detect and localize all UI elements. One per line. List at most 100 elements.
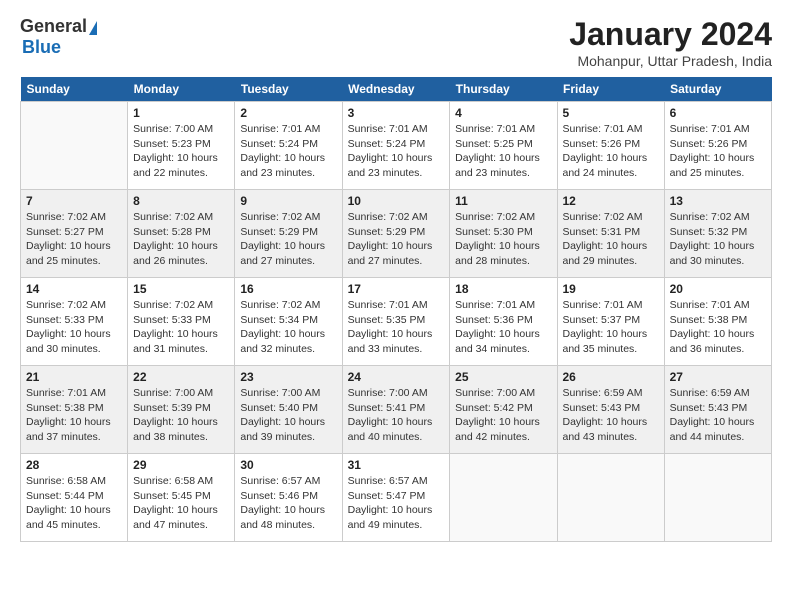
calendar-cell: 26 Sunrise: 6:59 AM Sunset: 5:43 PM Dayli… [557, 366, 664, 454]
day-info: Sunrise: 6:57 AM Sunset: 5:47 PM Dayligh… [348, 474, 445, 533]
day-number: 15 [133, 282, 229, 296]
day-info: Sunrise: 6:57 AM Sunset: 5:46 PM Dayligh… [240, 474, 336, 533]
day-number: 3 [348, 106, 445, 120]
day-info: Sunrise: 7:01 AM Sunset: 5:24 PM Dayligh… [348, 122, 445, 181]
day-info: Sunrise: 7:01 AM Sunset: 5:38 PM Dayligh… [26, 386, 122, 445]
day-info: Sunrise: 7:02 AM Sunset: 5:34 PM Dayligh… [240, 298, 336, 357]
title-block: January 2024 Mohanpur, Uttar Pradesh, In… [569, 16, 772, 69]
calendar-cell: 11 Sunrise: 7:02 AM Sunset: 5:30 PM Dayli… [450, 190, 557, 278]
calendar-cell: 9 Sunrise: 7:02 AM Sunset: 5:29 PM Daylig… [235, 190, 342, 278]
calendar-cell: 6 Sunrise: 7:01 AM Sunset: 5:26 PM Daylig… [664, 102, 771, 190]
calendar-cell: 3 Sunrise: 7:01 AM Sunset: 5:24 PM Daylig… [342, 102, 450, 190]
day-number: 21 [26, 370, 122, 384]
day-number: 28 [26, 458, 122, 472]
page: General Blue January 2024 Mohanpur, Utta… [0, 0, 792, 552]
day-number: 12 [563, 194, 659, 208]
day-info: Sunrise: 6:58 AM Sunset: 5:45 PM Dayligh… [133, 474, 229, 533]
day-number: 9 [240, 194, 336, 208]
day-info: Sunrise: 7:02 AM Sunset: 5:30 PM Dayligh… [455, 210, 551, 269]
header: General Blue January 2024 Mohanpur, Utta… [20, 16, 772, 69]
day-number: 20 [670, 282, 766, 296]
day-number: 2 [240, 106, 336, 120]
calendar-week-row: 21 Sunrise: 7:01 AM Sunset: 5:38 PM Dayli… [21, 366, 772, 454]
calendar-cell: 19Sunrise: 7:01 AM Sunset: 5:37 PM Dayli… [557, 278, 664, 366]
calendar-cell: 5 Sunrise: 7:01 AM Sunset: 5:26 PM Daylig… [557, 102, 664, 190]
day-number: 29 [133, 458, 229, 472]
location: Mohanpur, Uttar Pradesh, India [569, 53, 772, 69]
day-number: 10 [348, 194, 445, 208]
day-info: Sunrise: 7:02 AM Sunset: 5:29 PM Dayligh… [348, 210, 445, 269]
day-info: Sunrise: 7:01 AM Sunset: 5:38 PM Dayligh… [670, 298, 766, 357]
day-info: Sunrise: 7:01 AM Sunset: 5:26 PM Dayligh… [563, 122, 659, 181]
calendar-cell [664, 454, 771, 542]
day-info: Sunrise: 7:01 AM Sunset: 5:26 PM Dayligh… [670, 122, 766, 181]
calendar-header-row: SundayMondayTuesdayWednesdayThursdayFrid… [21, 77, 772, 102]
day-number: 8 [133, 194, 229, 208]
calendar-cell: 1 Sunrise: 7:00 AM Sunset: 5:23 PM Daylig… [128, 102, 235, 190]
day-number: 19 [563, 282, 659, 296]
calendar-cell: 28 Sunrise: 6:58 AM Sunset: 5:44 PM Dayli… [21, 454, 128, 542]
day-number: 25 [455, 370, 551, 384]
day-info: Sunrise: 6:58 AM Sunset: 5:44 PM Dayligh… [26, 474, 122, 533]
day-number: 17 [348, 282, 445, 296]
day-number: 26 [563, 370, 659, 384]
day-info: Sunrise: 7:01 AM Sunset: 5:24 PM Dayligh… [240, 122, 336, 181]
calendar-week-row: 1 Sunrise: 7:00 AM Sunset: 5:23 PM Daylig… [21, 102, 772, 190]
day-number: 18 [455, 282, 551, 296]
day-number: 5 [563, 106, 659, 120]
calendar-header-thursday: Thursday [450, 77, 557, 102]
logo: General Blue [20, 16, 97, 58]
day-number: 16 [240, 282, 336, 296]
calendar-cell: 31Sunrise: 6:57 AM Sunset: 5:47 PM Dayli… [342, 454, 450, 542]
calendar-cell: 2 Sunrise: 7:01 AM Sunset: 5:24 PM Daylig… [235, 102, 342, 190]
day-number: 22 [133, 370, 229, 384]
day-info: Sunrise: 7:00 AM Sunset: 5:41 PM Dayligh… [348, 386, 445, 445]
calendar-header-wednesday: Wednesday [342, 77, 450, 102]
calendar-cell: 24 Sunrise: 7:00 AM Sunset: 5:41 PM Dayli… [342, 366, 450, 454]
day-info: Sunrise: 7:00 AM Sunset: 5:40 PM Dayligh… [240, 386, 336, 445]
logo-text: General [20, 16, 97, 37]
day-number: 7 [26, 194, 122, 208]
calendar-cell: 10 Sunrise: 7:02 AM Sunset: 5:29 PM Dayli… [342, 190, 450, 278]
day-info: Sunrise: 7:02 AM Sunset: 5:28 PM Dayligh… [133, 210, 229, 269]
day-number: 1 [133, 106, 229, 120]
calendar-cell: 23 Sunrise: 7:00 AM Sunset: 5:40 PM Dayli… [235, 366, 342, 454]
calendar-cell: 18Sunrise: 7:01 AM Sunset: 5:36 PM Dayli… [450, 278, 557, 366]
logo-icon [89, 21, 97, 35]
calendar-cell [21, 102, 128, 190]
day-number: 11 [455, 194, 551, 208]
calendar-week-row: 7 Sunrise: 7:02 AM Sunset: 5:27 PM Daylig… [21, 190, 772, 278]
month-title: January 2024 [569, 16, 772, 53]
calendar-cell [450, 454, 557, 542]
calendar-cell: 8 Sunrise: 7:02 AM Sunset: 5:28 PM Daylig… [128, 190, 235, 278]
calendar-header-tuesday: Tuesday [235, 77, 342, 102]
calendar-cell: 12Sunrise: 7:02 AM Sunset: 5:31 PM Dayli… [557, 190, 664, 278]
day-number: 6 [670, 106, 766, 120]
day-number: 24 [348, 370, 445, 384]
calendar-week-row: 28 Sunrise: 6:58 AM Sunset: 5:44 PM Dayli… [21, 454, 772, 542]
day-info: Sunrise: 7:02 AM Sunset: 5:27 PM Dayligh… [26, 210, 122, 269]
calendar-cell: 27 Sunrise: 6:59 AM Sunset: 5:43 PM Dayli… [664, 366, 771, 454]
day-info: Sunrise: 6:59 AM Sunset: 5:43 PM Dayligh… [670, 386, 766, 445]
day-number: 30 [240, 458, 336, 472]
calendar-header-sunday: Sunday [21, 77, 128, 102]
calendar-header-friday: Friday [557, 77, 664, 102]
calendar-cell: 7 Sunrise: 7:02 AM Sunset: 5:27 PM Daylig… [21, 190, 128, 278]
day-info: Sunrise: 7:00 AM Sunset: 5:42 PM Dayligh… [455, 386, 551, 445]
calendar-cell: 13Sunrise: 7:02 AM Sunset: 5:32 PM Dayli… [664, 190, 771, 278]
day-info: Sunrise: 7:00 AM Sunset: 5:23 PM Dayligh… [133, 122, 229, 181]
day-info: Sunrise: 7:02 AM Sunset: 5:29 PM Dayligh… [240, 210, 336, 269]
calendar-cell: 21 Sunrise: 7:01 AM Sunset: 5:38 PM Dayli… [21, 366, 128, 454]
calendar-week-row: 14 Sunrise: 7:02 AM Sunset: 5:33 PM Dayli… [21, 278, 772, 366]
calendar-cell: 20 Sunrise: 7:01 AM Sunset: 5:38 PM Dayli… [664, 278, 771, 366]
day-number: 4 [455, 106, 551, 120]
day-number: 14 [26, 282, 122, 296]
day-number: 23 [240, 370, 336, 384]
day-info: Sunrise: 7:01 AM Sunset: 5:35 PM Dayligh… [348, 298, 445, 357]
calendar-cell [557, 454, 664, 542]
day-number: 27 [670, 370, 766, 384]
calendar-cell: 25 Sunrise: 7:00 AM Sunset: 5:42 PM Dayli… [450, 366, 557, 454]
logo-blue-text: Blue [22, 37, 61, 58]
day-info: Sunrise: 6:59 AM Sunset: 5:43 PM Dayligh… [563, 386, 659, 445]
day-info: Sunrise: 7:02 AM Sunset: 5:33 PM Dayligh… [26, 298, 122, 357]
